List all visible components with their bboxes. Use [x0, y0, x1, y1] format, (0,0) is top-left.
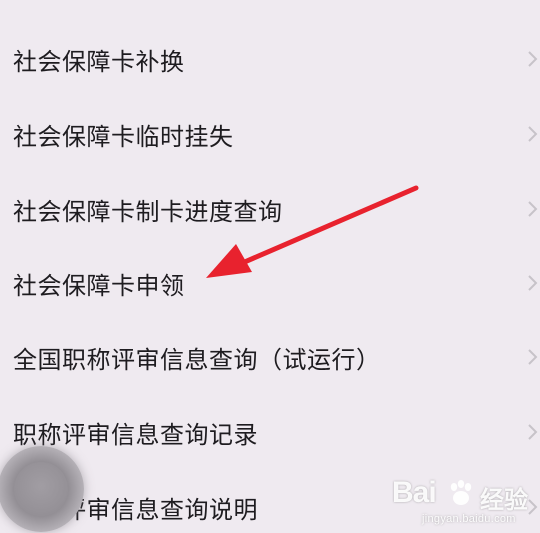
- screen: 社会保障卡补换 社会保障卡临时挂失 社会保障卡制卡进度查询 社会保障卡申领 全国: [0, 0, 540, 533]
- watermark-brand-text: 经验: [480, 486, 528, 514]
- watermark-url: jingyan.baidu.com: [422, 513, 516, 525]
- watermark-logo-text: Bai: [392, 476, 437, 509]
- assistive-touch-core: [14, 462, 68, 516]
- baidu-jingyan-watermark: Bai 经验 jingyan.baidu.com: [392, 476, 532, 528]
- red-arrow-icon: [206, 185, 419, 278]
- assistive-touch-icon[interactable]: [0, 446, 84, 532]
- baidu-paw-icon: [446, 478, 476, 508]
